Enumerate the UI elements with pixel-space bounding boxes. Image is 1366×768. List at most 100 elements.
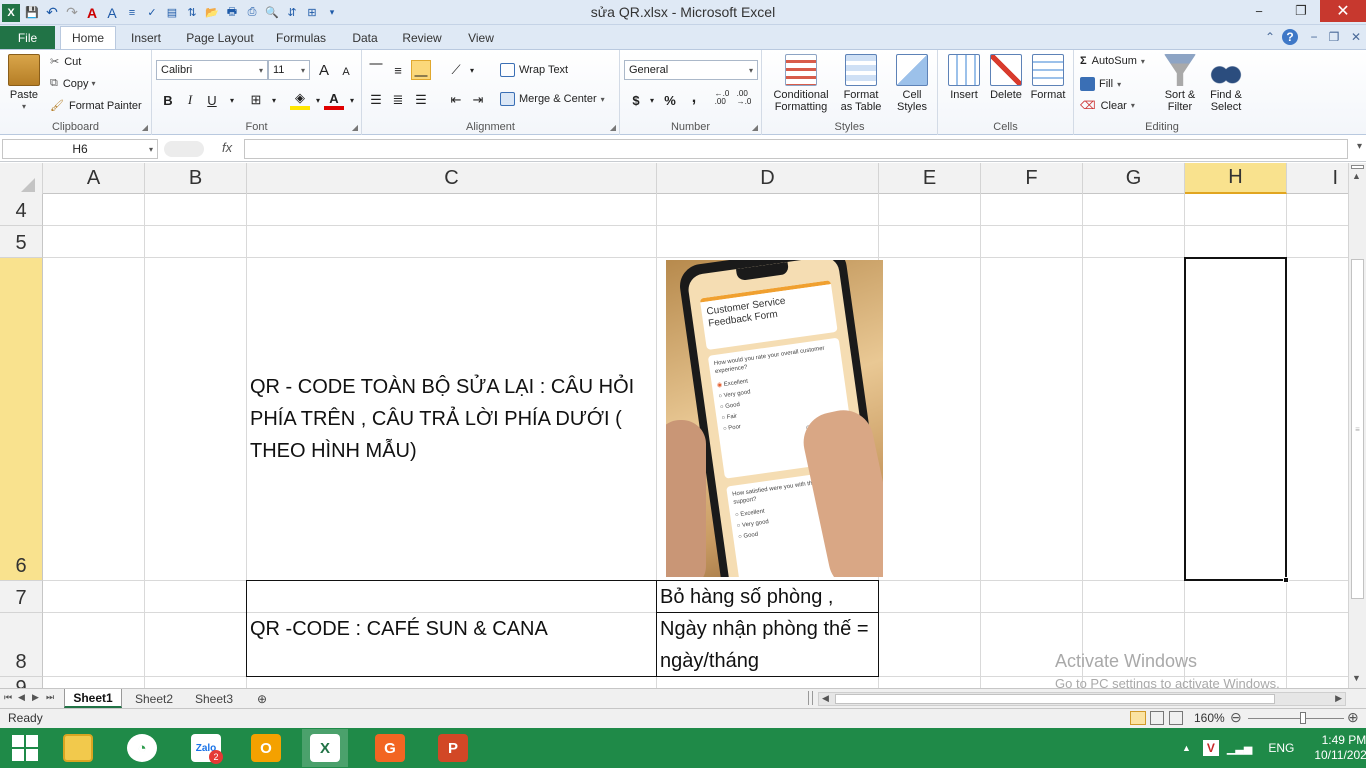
name-box[interactable]: H6 ▾	[2, 139, 158, 159]
format-as-table-button[interactable]: Format as Table	[836, 54, 886, 113]
column-header-e[interactable]: E	[879, 163, 981, 194]
column-header-b[interactable]: B	[145, 163, 247, 194]
close-button[interactable]: ✕	[1320, 0, 1366, 22]
number-launcher-icon[interactable]: ◢	[752, 123, 758, 132]
zoom-slider-thumb[interactable]	[1300, 712, 1306, 724]
currency-dropdown-icon[interactable]: ▾	[642, 90, 662, 110]
network-signal-icon[interactable]: ▁▃▅	[1227, 742, 1252, 755]
scroll-thumb[interactable]: ≡	[1351, 259, 1364, 599]
taskbar-foxit-pdf[interactable]: G	[367, 729, 413, 767]
minimize-ribbon-icon[interactable]: ⌃	[1262, 29, 1278, 45]
row-header-4[interactable]: 4	[0, 194, 43, 226]
align-center-icon[interactable]: ≣	[388, 90, 408, 110]
sheet-tab-sheet3[interactable]: Sheet3	[186, 689, 242, 708]
sheet-tab-sheet2[interactable]: Sheet2	[126, 689, 182, 708]
tab-page-layout[interactable]: Page Layout	[180, 26, 260, 49]
wrap-text-button[interactable]: Wrap Text	[500, 63, 568, 77]
cell-d8[interactable]: Ngày nhận phòng thế = ngày/tháng	[656, 612, 879, 677]
minimize-button[interactable]: −	[1244, 0, 1274, 22]
grow-font-button[interactable]: A	[314, 60, 334, 80]
zoom-slider[interactable]	[1248, 718, 1344, 719]
feedback-form-picture[interactable]: Customer Service Feedback Form How would…	[666, 260, 883, 577]
normal-view-icon[interactable]	[1130, 711, 1146, 725]
increase-decimal-button[interactable]: ←.0 .00	[712, 88, 732, 108]
font-size-select[interactable]: 11 ▾	[268, 60, 310, 80]
font-name-select[interactable]: Calibri ▾	[156, 60, 268, 80]
top-align-icon[interactable]: ⎺	[366, 60, 386, 80]
sheet-tab-sheet1[interactable]: Sheet1	[64, 689, 122, 708]
cut-button[interactable]: ✂ Cut	[50, 55, 81, 69]
column-header-f[interactable]: F	[981, 163, 1083, 194]
formula-input[interactable]	[244, 139, 1348, 159]
show-hidden-icons-icon[interactable]: ▲	[1182, 743, 1191, 753]
doc-close-icon[interactable]: ✕	[1348, 29, 1364, 45]
column-header-c[interactable]: C	[247, 163, 657, 194]
page-break-view-icon[interactable]	[1169, 711, 1183, 725]
clipboard-launcher-icon[interactable]: ◢	[142, 123, 148, 132]
cell-c6[interactable]: QR - CODE TOÀN BỘ SỬA LẠI : CÂU HỎI PHÍA…	[250, 371, 650, 467]
borders-icon[interactable]: ⊞	[246, 90, 266, 110]
antivirus-icon[interactable]: V	[1202, 740, 1219, 756]
column-header-g[interactable]: G	[1083, 163, 1185, 194]
tab-insert[interactable]: Insert	[124, 26, 168, 49]
taskbar-explorer[interactable]	[55, 729, 101, 767]
insert-function-button[interactable]: fx	[222, 140, 232, 155]
scroll-down-icon[interactable]: ▼	[1352, 673, 1361, 683]
underline-dropdown-icon[interactable]: ▾	[222, 90, 242, 110]
tab-view[interactable]: View	[462, 26, 500, 49]
prev-sheet-icon[interactable]: ◀	[18, 692, 25, 703]
clear-button[interactable]: ⌫ Clear ▾	[1080, 99, 1135, 113]
horizontal-scrollbar[interactable]: ◀ ▶	[818, 692, 1346, 706]
selected-cell-h6[interactable]	[1184, 257, 1287, 581]
copy-button[interactable]: ⧉ Copy ▾	[50, 77, 96, 90]
zoom-out-icon[interactable]: ⊖	[1230, 709, 1242, 726]
bottom-align-icon[interactable]: ⎽	[411, 60, 431, 80]
column-header-a[interactable]: A	[43, 163, 145, 194]
number-format-select[interactable]: General ▾	[624, 60, 758, 80]
expand-formula-icon[interactable]: ▾	[1357, 141, 1362, 152]
shrink-font-button[interactable]: A	[336, 62, 356, 82]
first-sheet-icon[interactable]: ⏮	[4, 692, 12, 703]
bold-button[interactable]: B	[158, 90, 178, 110]
tab-file[interactable]: File	[0, 26, 55, 49]
autosum-button[interactable]: Σ AutoSum ▾	[1080, 55, 1145, 67]
percent-button[interactable]: %	[660, 90, 680, 110]
format-painter-button[interactable]: 🖌 Format Painter	[50, 99, 142, 113]
tab-data[interactable]: Data	[346, 26, 384, 49]
alignment-launcher-icon[interactable]: ◢	[610, 123, 616, 132]
clock[interactable]: 1:49 PM 10/11/2023	[1314, 733, 1366, 763]
find-select-button[interactable]: Find & Select	[1204, 54, 1248, 113]
select-all-corner[interactable]	[0, 163, 43, 194]
taskbar-zalo[interactable]: Zalo 2	[183, 729, 229, 767]
decrease-decimal-button[interactable]: .00 →.0	[734, 88, 754, 108]
help-icon[interactable]: ?	[1282, 29, 1298, 45]
column-header-i[interactable]: I	[1287, 163, 1348, 194]
scroll-up-icon[interactable]: ▲	[1352, 171, 1361, 181]
underline-button[interactable]: U	[202, 90, 222, 110]
fill-button[interactable]: Fill ▾	[1080, 77, 1121, 91]
column-header-h[interactable]: H	[1185, 163, 1287, 194]
column-header-d[interactable]: D	[657, 163, 879, 194]
hscroll-thumb[interactable]	[835, 694, 1275, 704]
insert-button[interactable]: Insert	[944, 54, 984, 101]
comma-button[interactable]: ,	[684, 88, 704, 108]
vertical-scrollbar[interactable]: ▲ ≡ ▼	[1348, 163, 1366, 688]
font-color-dropdown-icon[interactable]: ▾	[342, 90, 362, 110]
zoom-level[interactable]: 160%	[1194, 711, 1225, 725]
row-header-5[interactable]: 5	[0, 226, 43, 258]
fill-color-icon[interactable]: ◈	[290, 90, 310, 110]
decrease-indent-icon[interactable]: ⇤	[446, 90, 466, 110]
taskbar-excel[interactable]: X	[302, 729, 348, 767]
taskbar-powerpoint[interactable]: P	[430, 729, 476, 767]
row-header-6[interactable]: 6	[0, 258, 43, 581]
worksheet-grid[interactable]: A B C D E F G H I 4 5 6 7 8 9 QR - CODE …	[0, 163, 1348, 688]
paste-button[interactable]: Paste ▾	[6, 54, 42, 113]
row-header-8[interactable]: 8	[0, 613, 43, 677]
tab-formulas[interactable]: Formulas	[270, 26, 332, 49]
last-sheet-icon[interactable]: ⏭	[46, 692, 54, 703]
increase-indent-icon[interactable]: ⇥	[468, 90, 488, 110]
doc-restore-icon[interactable]: ❐	[1326, 29, 1342, 45]
taskbar-coccoc[interactable]: ◔	[119, 729, 165, 767]
align-right-icon[interactable]: ☰	[411, 90, 431, 110]
font-launcher-icon[interactable]: ◢	[352, 123, 358, 132]
